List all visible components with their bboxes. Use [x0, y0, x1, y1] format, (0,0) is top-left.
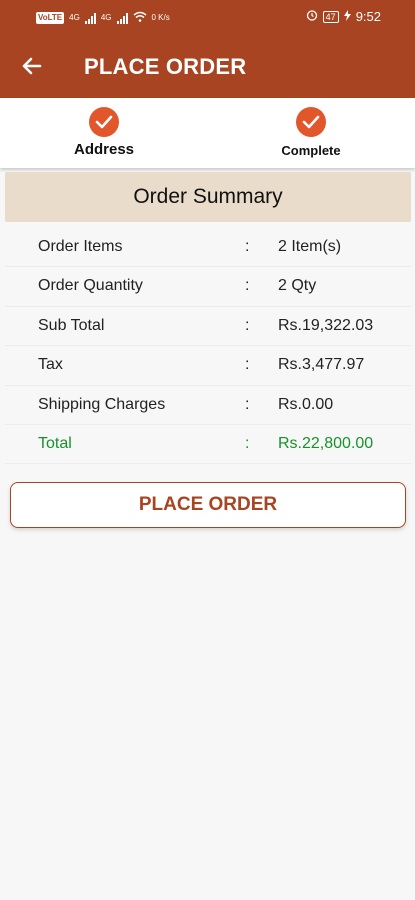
back-button[interactable]	[18, 50, 48, 82]
row-separator: :	[245, 395, 250, 413]
checkout-progress: Address Complete	[0, 98, 415, 168]
signal-icon	[84, 12, 96, 24]
sim1-network-label: 4G	[69, 13, 80, 22]
row-label: Tax	[38, 356, 63, 374]
summary-row-tax: Tax : Rs.3,477.97	[5, 346, 411, 386]
battery-icon: 47	[322, 10, 339, 23]
arrow-left-icon	[22, 57, 42, 75]
row-value: 2 Item(s)	[278, 238, 342, 255]
row-label: Sub Total	[38, 316, 105, 334]
row-separator: :	[245, 277, 250, 295]
summary-row-shipping: Shipping Charges : Rs.0.00	[5, 386, 411, 425]
check-icon	[89, 107, 119, 137]
summary-row-order-quantity: Order Quantity : 2 Qty	[5, 267, 411, 307]
summary-row-sub-total: Sub Total : Rs.19,322.03	[5, 307, 411, 347]
row-value: Rs.0.00	[278, 395, 334, 413]
status-bar: VoLTE 4G 4G 0 K/s 47 9:52	[0, 0, 415, 32]
row-label: Total	[38, 434, 72, 452]
row-label: Order Quantity	[38, 277, 143, 295]
step-complete-label: Complete	[281, 143, 341, 158]
place-order-button[interactable]: PLACE ORDER	[10, 482, 406, 528]
row-separator: :	[245, 238, 250, 255]
row-separator: :	[245, 434, 250, 452]
step-complete: Complete	[251, 107, 371, 158]
step-address: Address	[44, 107, 164, 158]
check-icon	[296, 107, 326, 137]
app-bar: VoLTE 4G 4G 0 K/s 47 9:52 PLACE ORDER	[0, 0, 415, 98]
row-value: 2 Qty	[278, 277, 317, 295]
network-speed: 0 K/s	[151, 13, 170, 22]
row-value: Rs.19,322.03	[278, 316, 374, 334]
clock-time: 9:52	[355, 9, 381, 24]
page-title: PLACE ORDER	[84, 54, 247, 79]
volte-badge: VoLTE	[36, 12, 65, 24]
order-summary-heading: Order Summary	[5, 172, 411, 222]
row-label: Shipping Charges	[38, 395, 166, 413]
summary-table: Order Items : 2 Item(s) Order Quantity :…	[5, 228, 411, 465]
summary-row-order-items: Order Items : 2 Item(s)	[5, 228, 411, 268]
alarm-icon	[306, 9, 318, 24]
row-value: Rs.22,800.00	[278, 434, 374, 452]
wifi-icon	[133, 9, 147, 27]
row-separator: :	[245, 356, 250, 374]
step-address-label: Address	[73, 141, 135, 158]
charging-icon	[343, 9, 351, 24]
signal-icon	[116, 12, 128, 24]
summary-row-total: Total : Rs.22,800.00	[5, 425, 411, 465]
row-value: Rs.3,477.97	[278, 356, 365, 374]
sim2-network-label: 4G	[100, 13, 112, 22]
row-separator: :	[245, 316, 250, 334]
row-label: Order Items	[38, 238, 123, 255]
